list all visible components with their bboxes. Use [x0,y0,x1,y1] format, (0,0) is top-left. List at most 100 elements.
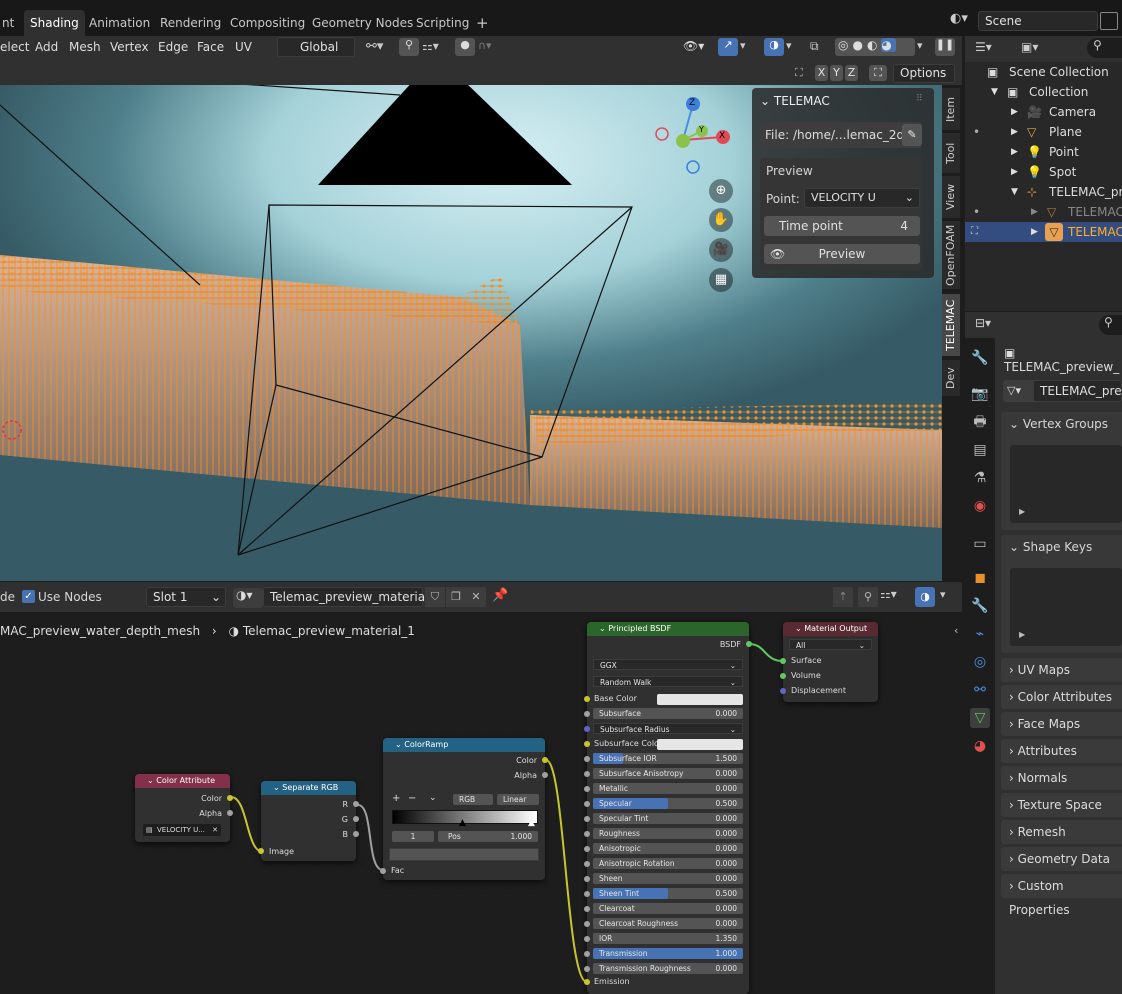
socket-input[interactable] [584,801,590,807]
node-color-attribute[interactable]: ⌄ Color Attribute Color Alpha ▤ VELOCITY … [135,774,233,842]
pencil-icon[interactable]: ✎ [902,124,922,146]
tab-layout[interactable]: nt [0,10,20,36]
tab-rendering[interactable]: Rendering [154,10,227,36]
overlay-toggle-icon[interactable]: ◑ [764,38,784,56]
tab-item[interactable]: Item [942,88,960,130]
snap-target-icon[interactable]: ⚏▾ [422,39,439,53]
outliner-row-telemac-collection[interactable]: ▼⊹TELEMAC_prev [965,182,1122,202]
field-sheen[interactable]: Sheen 0.000 [593,873,743,884]
socket-fac-in[interactable] [380,868,386,874]
menu-select[interactable]: elect [0,40,29,54]
field-metallic[interactable]: Metallic 0.000 [593,783,743,794]
tab-geometry-nodes[interactable]: Geometry Nodes [306,10,419,36]
ramp-pos-field[interactable]: Pos 1.000 [438,831,538,842]
section-custom-properties[interactable]: › Custom Properties [1001,874,1122,917]
outliner-row-plane[interactable]: • ▶ ▽ Plane [965,122,1122,142]
socket-input[interactable] [584,921,590,927]
socket-subsurface-in[interactable] [584,711,590,717]
subsurface-color-swatch[interactable] [657,739,743,750]
ramp-mode-select[interactable]: RGB [453,794,493,805]
field-clearcoat[interactable]: Clearcoat 0.000 [593,903,743,914]
socket-r-out[interactable] [353,801,359,807]
tab-compositing[interactable]: Compositing [224,10,311,36]
material-icon[interactable]: ◕ [970,736,990,756]
unlink-icon[interactable]: ✕ [466,587,486,607]
ramp-color-swatch[interactable] [389,848,539,861]
socket-input[interactable] [584,816,590,822]
outliner-row-telemac-selected[interactable]: ⛶▶▽TELEMAC_ [965,222,1122,242]
menu-mesh[interactable]: Mesh [69,40,101,54]
outliner-search-icon[interactable]: ⚲ [1087,38,1122,58]
socket-subsurface-color-in[interactable] [584,741,590,747]
socket-input[interactable] [584,936,590,942]
field-transmission-roughness[interactable]: Transmission Roughness 0.000 [593,963,743,974]
field-subsurface-ior[interactable]: Subsurface IOR 1.500 [593,753,743,764]
outliner-row-camera[interactable]: ▶ 🎥 Camera [965,102,1122,122]
socket-g-out[interactable] [353,816,359,822]
socket-input[interactable] [584,756,590,762]
camera-view-icon[interactable]: 🎥 [709,238,733,262]
field-roughness[interactable]: Roughness 0.000 [593,828,743,839]
menu-face[interactable]: Face [197,40,224,54]
vertex-groups-list[interactable]: ▶ [1010,445,1122,523]
node-overlay-dropdown-icon[interactable]: ▾ [940,588,946,601]
socket-input[interactable] [584,831,590,837]
tab-tool[interactable]: Tool [942,133,960,173]
falloff-icon[interactable]: ∩▾ [478,39,492,52]
particles-icon[interactable]: ⌁ [970,624,990,644]
menu-vertex[interactable]: Vertex [110,40,149,54]
section-color-attributes[interactable]: › Color Attributes [1001,685,1122,709]
section-face-maps[interactable]: › Face Maps [1001,712,1122,736]
tab-shading[interactable]: Shading [24,10,85,36]
socket-alpha-out[interactable] [227,810,233,816]
field-subsurface-anisotropy[interactable]: Subsurface Anisotropy 0.000 [593,768,743,779]
socket-image-in[interactable] [258,848,264,854]
transform-orientation-dropdown[interactable]: Global [277,37,355,57]
panel-title-row[interactable]: ⌄ TELEMAC [760,94,830,108]
mesh-data-icon[interactable]: ▽ [970,708,990,728]
field-sheen-tint[interactable]: Sheen Tint 0.500 [593,888,743,899]
tab-dev[interactable]: Dev [942,360,960,396]
section-remesh[interactable]: › Remesh [1001,820,1122,844]
options-dropdown[interactable]: Options ▾ [893,64,955,97]
socket-bsdf-out[interactable] [746,641,752,647]
section-uv-maps[interactable]: › UV Maps [1001,658,1122,682]
socket-input[interactable] [584,771,590,777]
socket-base-color-in[interactable] [584,696,590,702]
filter-icon[interactable]: ▣▾ [1021,40,1038,54]
mesh-name-field[interactable]: TELEMAC_previe [1033,380,1122,402]
xray-icon[interactable]: ⧉ [810,39,819,54]
socket-input[interactable] [584,876,590,882]
axis-z-toggle[interactable]: Z [845,65,858,81]
duplicate-icon[interactable]: ❐ [446,587,466,607]
tab-view[interactable]: View [942,176,960,218]
axis-y-toggle[interactable]: Y [830,65,843,81]
node-overlay-icon[interactable]: ◑ [915,587,935,607]
visibility-icon[interactable]: 👁▾ [683,39,704,53]
object-props-icon[interactable]: ◼ [970,568,990,588]
breadcrumb-object[interactable]: MAC_preview_water_depth_mesh [0,624,200,638]
menu-edge[interactable]: Edge [158,40,188,54]
ramp-stop-0-icon[interactable]: ▲ [459,818,466,828]
socket-alpha-out[interactable] [542,772,548,778]
ramp-remove-icon[interactable]: − [408,793,416,804]
node-principled-bsdf[interactable]: ⌄ Principled BSDF BSDF GGX ⌄ Random Walk ⌄… [584,622,752,994]
zoom-icon[interactable]: ⊕ [709,179,733,203]
field-anisotropic-rotation[interactable]: Anisotropic Rotation 0.000 [593,858,743,869]
preview-button[interactable]: 👁 Preview [764,244,920,264]
snap-icon[interactable]: ⚲ [399,38,419,56]
section-normals[interactable]: › Normals [1001,766,1122,790]
menu-uv[interactable]: UV [235,40,252,54]
field-clearcoat-roughness[interactable]: Clearcoat Roughness 0.000 [593,918,743,929]
node-snap-target-icon[interactable]: ⚏▾ [880,587,897,601]
socket-input[interactable] [584,951,590,957]
socket-input[interactable] [584,846,590,852]
display-mode-icon[interactable]: ☰▾ [975,40,992,54]
gizmo-dropdown-icon[interactable]: ▾ [740,39,746,52]
navigation-gizmo[interactable]: Z X Y [650,95,740,185]
shading-dropdown-icon[interactable]: ▾ [917,39,923,52]
ramp-interp-select[interactable]: Linear [497,794,539,805]
axis-x-toggle[interactable]: X [815,65,828,81]
tab-scripting[interactable]: Scripting [410,10,475,36]
vertex-groups-title[interactable]: ⌄ Vertex Groups [1009,417,1108,431]
